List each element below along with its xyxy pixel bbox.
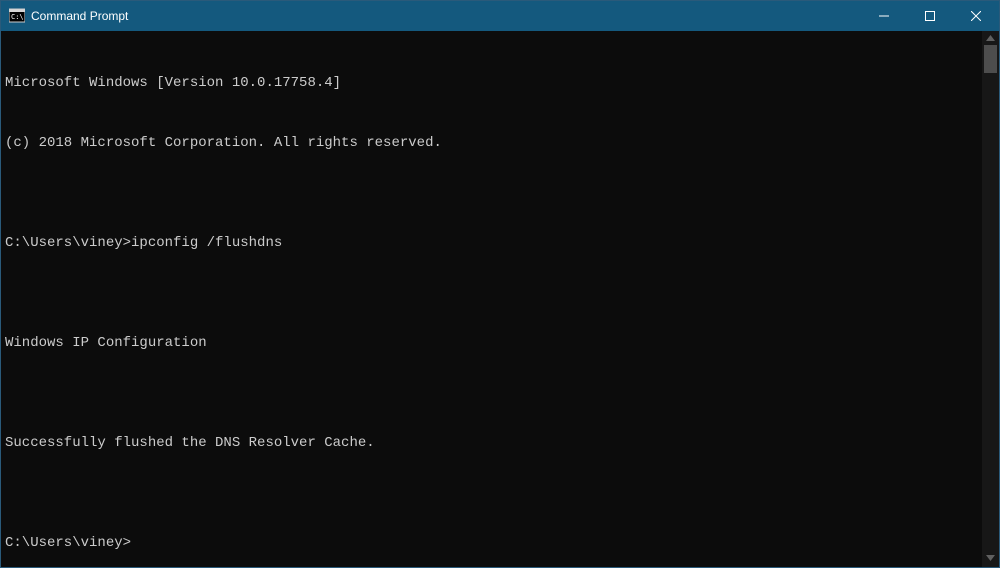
minimize-button[interactable]	[861, 1, 907, 31]
scroll-thumb[interactable]	[984, 45, 997, 73]
svg-text:C:\: C:\	[11, 13, 24, 21]
terminal-line: Microsoft Windows [Version 10.0.17758.4]	[5, 73, 978, 93]
terminal-line: Windows IP Configuration	[5, 333, 978, 353]
terminal-output[interactable]: Microsoft Windows [Version 10.0.17758.4]…	[1, 31, 982, 567]
cmd-icon: C:\	[9, 8, 25, 24]
scroll-down-icon[interactable]	[986, 553, 995, 565]
window-title: Command Prompt	[31, 9, 861, 23]
vertical-scrollbar[interactable]	[982, 31, 999, 567]
terminal-line: Successfully flushed the DNS Resolver Ca…	[5, 433, 978, 453]
window-controls	[861, 1, 999, 31]
content-area: Microsoft Windows [Version 10.0.17758.4]…	[1, 31, 999, 567]
titlebar[interactable]: C:\ Command Prompt	[1, 1, 999, 31]
minimize-icon	[879, 11, 889, 21]
close-icon	[971, 11, 981, 21]
scroll-up-icon[interactable]	[986, 33, 995, 45]
terminal-line: (c) 2018 Microsoft Corporation. All righ…	[5, 133, 978, 153]
close-button[interactable]	[953, 1, 999, 31]
terminal-line: C:\Users\viney>ipconfig /flushdns	[5, 233, 978, 253]
terminal-prompt: C:\Users\viney>	[5, 533, 978, 553]
maximize-button[interactable]	[907, 1, 953, 31]
scroll-track[interactable]	[982, 45, 999, 553]
maximize-icon	[925, 11, 935, 21]
